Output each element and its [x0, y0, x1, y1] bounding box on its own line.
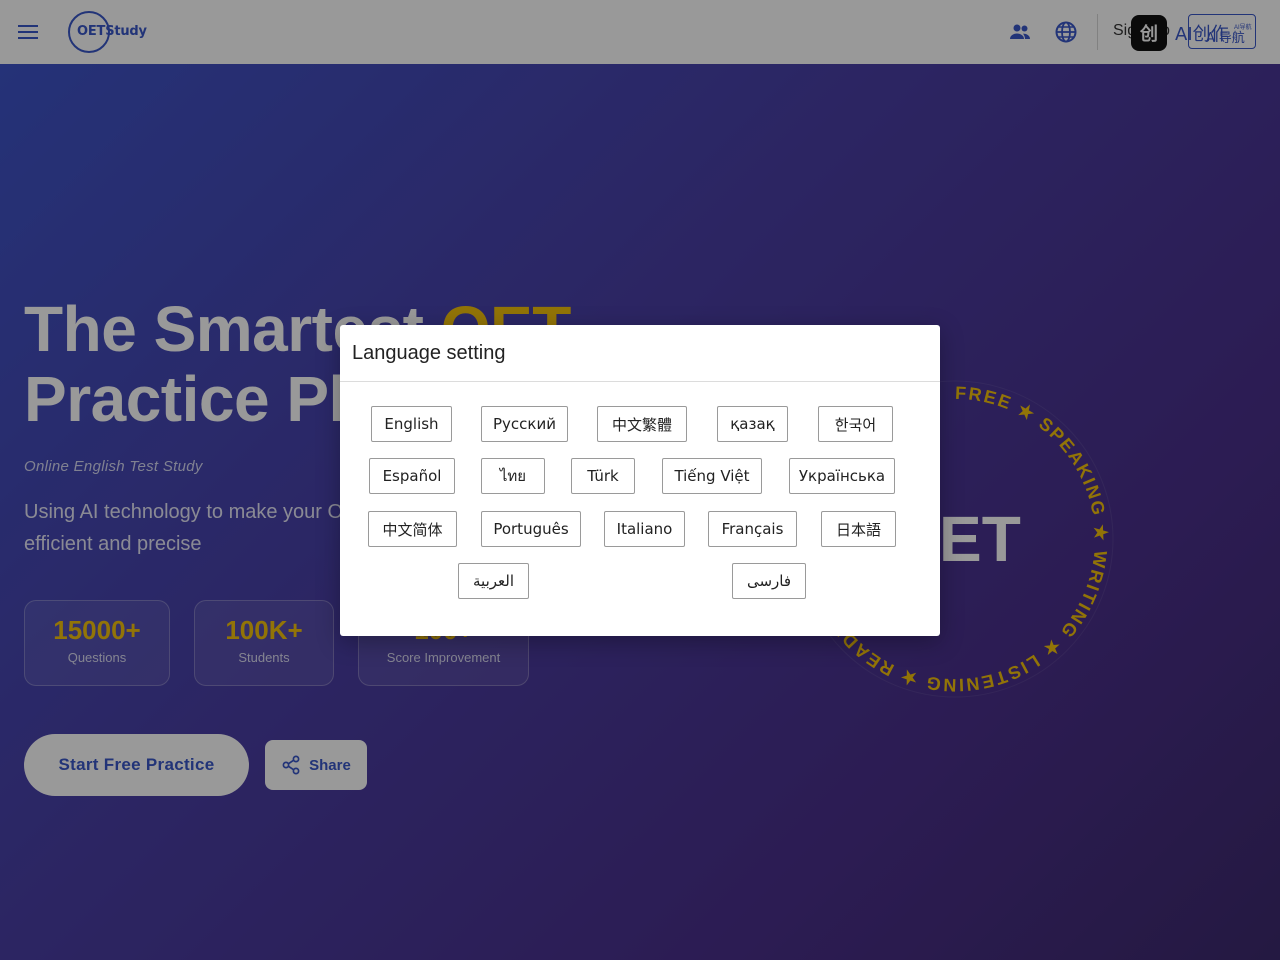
language-option-korean[interactable]: 한국어	[818, 406, 893, 442]
language-option-english[interactable]: English	[371, 406, 452, 442]
dialog-title: Language setting	[352, 342, 506, 364]
language-option-japanese[interactable]: 日本語	[821, 511, 896, 547]
language-option-vietnamese[interactable]: Tiếng Việt	[662, 458, 762, 494]
language-option-traditional-chinese[interactable]: 中文繁體	[597, 406, 687, 442]
dialog-divider	[340, 381, 940, 382]
language-option-persian[interactable]: فارسی	[732, 563, 806, 599]
language-option-kazakh[interactable]: қазақ	[717, 406, 788, 442]
language-option-thai[interactable]: ไทย	[481, 458, 545, 494]
language-option-portuguese[interactable]: Português	[481, 511, 581, 547]
language-option-italian[interactable]: Italiano	[604, 511, 685, 547]
language-dialog: Language setting English Русский 中文繁體 қа…	[340, 325, 940, 636]
language-option-turkish[interactable]: Türk	[571, 458, 635, 494]
language-option-arabic[interactable]: العربية	[458, 563, 529, 599]
language-option-spanish[interactable]: Español	[369, 458, 455, 494]
language-option-ukrainian[interactable]: Українська	[789, 458, 895, 494]
language-option-french[interactable]: Français	[708, 511, 797, 547]
language-option-russian[interactable]: Русский	[481, 406, 568, 442]
language-option-simplified-chinese[interactable]: 中文简体	[368, 511, 457, 547]
